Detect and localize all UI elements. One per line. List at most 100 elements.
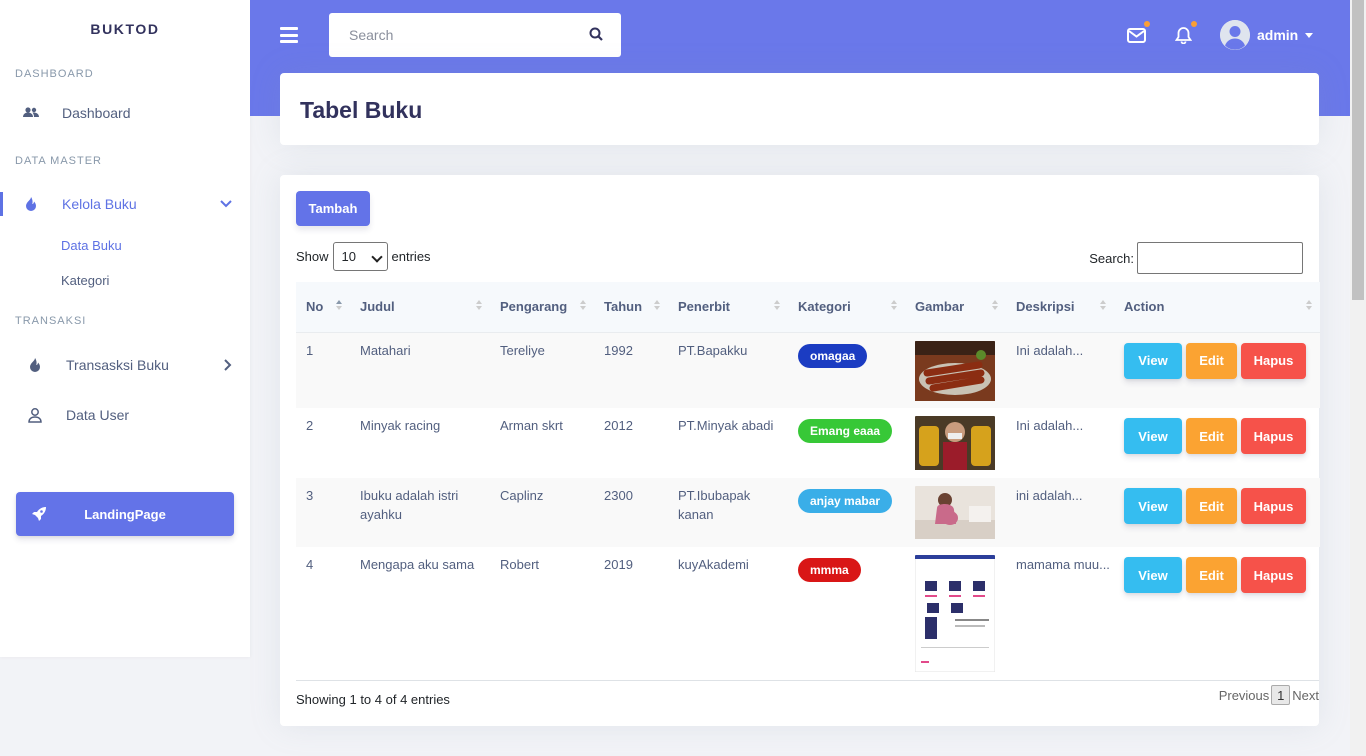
brand-logo[interactable]: BUKTOD (0, 0, 250, 58)
landing-page-button[interactable]: LandingPage (16, 492, 234, 536)
cell-pengarang: Caplinz (500, 488, 544, 503)
chevron-down-icon (220, 200, 232, 208)
column-header[interactable]: Kategori (788, 282, 905, 333)
sidebar-item-label: Transasksi Buku (66, 357, 169, 373)
pagination-page[interactable]: 1 (1271, 685, 1291, 705)
edit-button[interactable]: Edit (1186, 557, 1237, 593)
column-header[interactable]: Gambar (905, 282, 1006, 333)
user-menu[interactable]: admin (1220, 20, 1314, 50)
delete-button[interactable]: Hapus (1241, 342, 1306, 379)
view-button[interactable]: View (1124, 488, 1182, 524)
sidebar: BUKTOD DASHBOARD Dashboard DATA MASTER K… (0, 0, 250, 657)
book-cover-image (915, 416, 995, 475)
table-row: 4 Mengapa aku sama Robert 2019 kuyAkadem… (296, 547, 1320, 680)
cell-deskripsi: mamama muu... (1016, 557, 1110, 572)
caret-down-icon (1305, 32, 1314, 38)
cell-deskripsi: ini adalah... (1016, 488, 1083, 503)
bell-icon[interactable] (1173, 21, 1197, 45)
column-header[interactable]: Action (1114, 282, 1320, 333)
table-info: Showing 1 to 4 of 4 entries (296, 692, 450, 707)
cell-judul: Minyak racing (360, 418, 441, 433)
cell-no: 4 (306, 557, 314, 572)
cell-penerbit: PT.Ibubapak kanan (678, 488, 751, 522)
flame-icon (26, 356, 44, 374)
pagination: Previous 1 Next (1219, 685, 1319, 705)
edit-button[interactable]: Edit (1186, 418, 1237, 454)
table-footer-divider (296, 680, 1319, 681)
sidebar-item-kelola-buku[interactable]: Kelola Buku (0, 180, 250, 228)
page-length-select[interactable]: 10 (332, 242, 388, 271)
page-header-card: Tabel Buku (280, 73, 1319, 145)
cell-no: 3 (306, 488, 314, 503)
view-button[interactable]: View (1124, 342, 1182, 379)
book-cover-image (915, 340, 995, 406)
cell-penerbit: PT.Minyak abadi (678, 418, 774, 433)
flame-icon (22, 195, 40, 213)
rocket-icon (31, 506, 49, 522)
sidebar-item-label: Dashboard (62, 105, 131, 121)
category-badge: mmma (798, 558, 861, 582)
page-length-control: Show 10 entries (296, 242, 431, 271)
sidebar-subitem-kategori[interactable]: Kategori (0, 263, 250, 298)
users-icon (22, 104, 40, 122)
cell-penerbit: PT.Bapakku (678, 342, 748, 358)
cell-pengarang: Tereliye (500, 342, 545, 358)
delete-button[interactable]: Hapus (1241, 557, 1306, 593)
cell-pengarang: Arman skrt (500, 418, 563, 433)
nav-heading-dashboard: DASHBOARD (15, 68, 94, 80)
column-header[interactable]: Tahun (594, 282, 668, 333)
sidebar-item-transaksi-buku[interactable]: Transasksi Buku (0, 341, 250, 389)
cell-judul: Ibuku adalah istri ayahku (360, 488, 459, 522)
column-header[interactable]: Deskripsi (1006, 282, 1114, 333)
cell-tahun: 2012 (604, 418, 633, 433)
view-button[interactable]: View (1124, 418, 1182, 454)
pagination-next[interactable]: Next (1292, 688, 1319, 703)
search-icon[interactable] (589, 27, 605, 43)
cell-deskripsi: Ini adalah... (1016, 342, 1084, 358)
nav-heading-transaksi: TRANSAKSI (15, 315, 87, 327)
table-row: 1 Matahari Tereliye 1992 PT.Bapakku omag… (296, 332, 1320, 408)
book-cover-image (915, 486, 995, 544)
delete-button[interactable]: Hapus (1241, 488, 1306, 524)
mail-icon[interactable] (1126, 21, 1150, 45)
search-input[interactable] (329, 27, 589, 43)
scrollbar-thumb[interactable] (1352, 0, 1364, 300)
notification-dot (1144, 21, 1150, 27)
sidebar-item-dashboard[interactable]: Dashboard (0, 89, 250, 137)
cell-no: 2 (306, 418, 314, 433)
books-table: No Judul Pengarang Tahun Penerbit Katego… (296, 282, 1320, 680)
show-label: Show (296, 249, 329, 264)
edit-button[interactable]: Edit (1186, 488, 1237, 524)
delete-button[interactable]: Hapus (1241, 418, 1306, 454)
cell-deskripsi: Ini adalah... (1016, 418, 1084, 433)
cell-no: 1 (306, 342, 314, 358)
sidebar-subitem-data-buku[interactable]: Data Buku (0, 228, 250, 263)
category-badge: omagaa (798, 343, 868, 368)
edit-button[interactable]: Edit (1186, 342, 1237, 379)
table-card: Tambah Show 10 entries Search: No Judul … (280, 175, 1320, 726)
table-search-input[interactable] (1137, 242, 1303, 274)
table-row: 3 Ibuku adalah istri ayahku Caplinz 2300… (296, 478, 1320, 547)
table-search: Search: (1089, 242, 1303, 274)
sidebar-item-label: Data User (66, 407, 130, 423)
column-header[interactable]: Judul (350, 282, 490, 333)
table-row: 2 Minyak racing Arman skrt 2012 PT.Minya… (296, 408, 1320, 478)
username: admin (1257, 27, 1299, 43)
search-bar (329, 13, 621, 57)
page-scrollbar[interactable] (1350, 0, 1366, 756)
cell-penerbit: kuyAkademi (678, 557, 749, 572)
column-header[interactable]: Penerbit (668, 282, 788, 333)
column-header[interactable]: No (296, 282, 350, 333)
book-cover-image (915, 555, 995, 677)
table-header-row: No Judul Pengarang Tahun Penerbit Katego… (296, 282, 1320, 333)
add-book-button[interactable]: Tambah (296, 191, 370, 226)
cell-tahun: 2300 (604, 488, 633, 503)
column-header[interactable]: Pengarang (490, 282, 594, 333)
sidebar-item-data-user[interactable]: Data User (0, 391, 250, 439)
view-button[interactable]: View (1124, 557, 1182, 593)
cell-tahun: 2019 (604, 557, 633, 572)
pagination-previous[interactable]: Previous (1219, 688, 1270, 703)
notification-dot (1191, 21, 1197, 27)
menu-toggle-icon[interactable] (280, 27, 298, 43)
category-badge: Emang eaaa (798, 419, 893, 443)
